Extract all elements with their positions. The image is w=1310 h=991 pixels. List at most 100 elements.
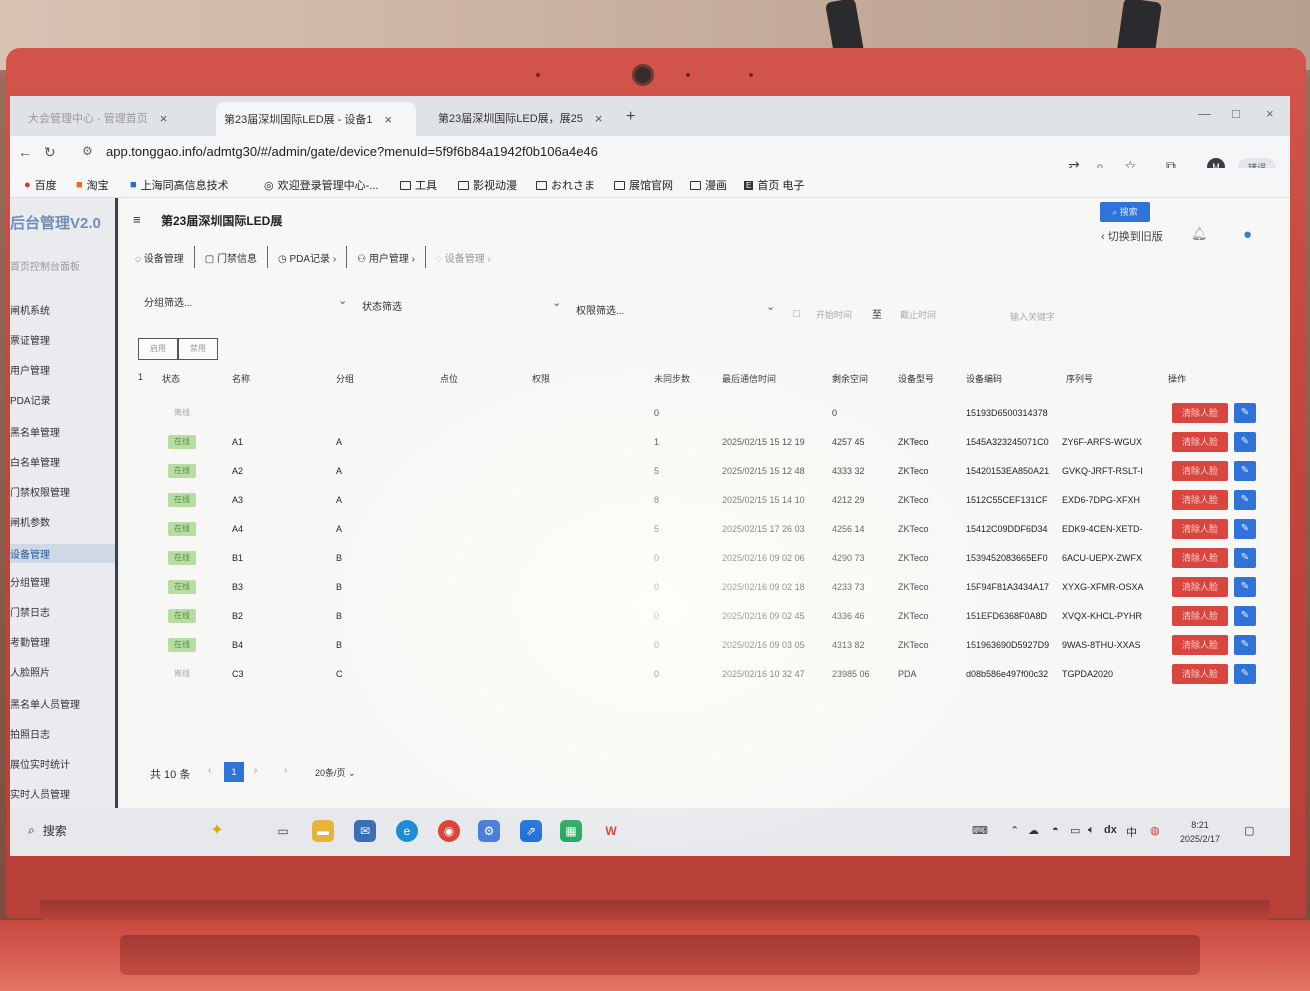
edit-icon[interactable]: ✎ — [1234, 548, 1256, 568]
keyboard-icon[interactable]: ⌨ — [972, 824, 988, 837]
col-point: 点位 — [440, 374, 459, 384]
chevron-down-icon[interactable]: ⌄ — [338, 294, 347, 307]
wps-icon[interactable]: W — [600, 820, 622, 842]
table-row[interactable]: 在线 B3 B 0 2025/02/16 09 02 18 4233 73 ZKTeco 15… — [138, 574, 1288, 603]
status-filter[interactable]: 状态筛选 — [362, 298, 402, 313]
table-row[interactable]: 在线 B4 B 0 2025/02/16 09 03 05 4313 82 ZKTeco 15… — [138, 632, 1288, 661]
table-row[interactable]: 在线 A1 A 1 2025/02/15 15 12 19 4257 45 ZKTeco 15… — [138, 429, 1288, 458]
edit-icon[interactable]: ✎ — [1234, 461, 1256, 481]
clear-face-button[interactable]: 清除人脸 — [1172, 635, 1228, 655]
cloud-icon[interactable]: ☁ — [1028, 824, 1039, 837]
cell-model: ZKTeco — [898, 466, 929, 476]
table-row[interactable]: 在线 B1 B 0 2025/02/16 09 02 06 4290 73 ZKTeco 15… — [138, 545, 1288, 574]
mail-icon[interactable]: ✉ — [354, 820, 376, 842]
start-time-input[interactable]: 开始时间 — [816, 308, 852, 321]
edit-icon[interactable]: ✎ — [1234, 432, 1256, 452]
cell-space: 4333 32 — [832, 466, 865, 476]
chevron-down-icon[interactable]: ⌄ — [552, 296, 561, 309]
cell-last-time: 2025/02/16 09 02 06 — [722, 553, 805, 563]
chrome-icon[interactable]: ◉ — [438, 820, 460, 842]
edit-icon[interactable]: ✎ — [1234, 606, 1256, 626]
prev-page-icon[interactable]: ‹ — [208, 765, 211, 776]
table-row[interactable]: 在线 B2 B 0 2025/02/16 09 02 45 4336 46 ZKTeco 15… — [138, 603, 1288, 632]
edit-icon[interactable]: ✎ — [1234, 403, 1256, 423]
edit-icon[interactable]: ✎ — [1234, 635, 1256, 655]
taskbar-search[interactable]: ⌕ 搜索 — [28, 822, 67, 839]
search-label: 搜索 — [1119, 207, 1138, 217]
laptop-screen: 大会管理中心 - 管理首页 × 第23届深圳国际LED展 - 设备1 × 第23… — [10, 96, 1290, 856]
clear-face-button[interactable]: 清除人脸 — [1172, 461, 1228, 481]
file-explorer-icon[interactable]: ▬ — [312, 820, 334, 842]
col-serial: 序列号 — [1066, 374, 1094, 384]
page-number-current[interactable]: 1 — [224, 762, 244, 782]
table-row[interactable]: 在线 A4 A 5 2025/02/15 17 26 03 4256 14 ZKTeco 15… — [138, 516, 1288, 545]
clear-face-button[interactable]: 清除人脸 — [1172, 664, 1228, 684]
bezel-dot — [686, 73, 690, 77]
task-view-icon[interactable]: ▭ — [272, 820, 294, 842]
col-space: 剩余空间 — [832, 374, 869, 384]
clear-face-button[interactable]: 清除人脸 — [1172, 577, 1228, 597]
edge-icon[interactable]: e — [396, 820, 418, 842]
cell-serial: XVQX-KHCL-PYHR — [1062, 611, 1143, 621]
volume-icon[interactable]: 🔈︎ — [1088, 824, 1095, 837]
tray-text[interactable]: dx — [1104, 824, 1117, 836]
status-badge: 在线 — [168, 493, 196, 507]
network-icon[interactable]: ◓ — [1052, 824, 1059, 836]
table-row[interactable]: 在线 A3 A 8 2025/02/15 15 14 10 4212 29 ZKTeco 15… — [138, 487, 1288, 516]
copilot-icon[interactable]: ✦ — [206, 820, 228, 842]
table-row[interactable]: 离线 C3 C 0 2025/02/16 10 32 47 23985 06 PDA d08b… — [138, 661, 1288, 690]
cell-space: 23985 06 — [832, 669, 870, 679]
status-badge: 在线 — [168, 435, 196, 449]
col-code: 设备编码 — [966, 374, 1003, 384]
cell-code: 151EFD6368F0A8D — [966, 611, 1048, 621]
table-row[interactable]: 离线 0 0 15193D6500314378 清除人脸 ✎ — [138, 400, 1288, 429]
cell-last-time: 2025/02/16 09 03 05 — [722, 640, 805, 650]
status-badge: 在线 — [168, 609, 196, 623]
feishu-icon[interactable]: ⇗ — [520, 820, 542, 842]
search-button[interactable]: ⌕ 搜索 — [1100, 202, 1150, 222]
table-row[interactable]: 在线 A2 A 5 2025/02/15 15 12 48 4333 32 ZKTeco 15… — [138, 458, 1288, 487]
cell-serial: 9WAS-8THU-XXAS — [1062, 640, 1141, 650]
clear-face-button[interactable]: 清除人脸 — [1172, 490, 1228, 510]
edit-icon[interactable]: ✎ — [1234, 490, 1256, 510]
chevron-down-icon[interactable]: ⌄ — [766, 300, 775, 313]
page-jump[interactable]: › — [284, 765, 287, 776]
spreadsheet-icon[interactable]: ▦ — [560, 820, 582, 842]
clear-face-button[interactable]: 清除人脸 — [1172, 432, 1228, 452]
content-layer: 分组筛选... ⌄ 状态筛选 ⌄ 权限筛选... ⌄ ▢ 开始时间 至 截止时间… — [10, 96, 1290, 808]
antivirus-icon[interactable]: ◍ — [1150, 824, 1160, 837]
cell-serial: XYXG-XFMR-OSXA — [1062, 582, 1144, 592]
col-permission: 权限 — [532, 374, 551, 384]
clear-face-button[interactable]: 清除人脸 — [1172, 403, 1228, 423]
clear-face-button[interactable]: 清除人脸 — [1172, 519, 1228, 539]
permission-filter[interactable]: 权限筛选... — [576, 302, 624, 317]
clear-face-button[interactable]: 清除人脸 — [1172, 548, 1228, 568]
enable-button[interactable]: 启用 — [138, 338, 178, 360]
cell-space: 4257 45 — [832, 437, 865, 447]
group-filter[interactable]: 分组筛选... — [144, 294, 192, 309]
page-size-select[interactable]: 20条/页 ⌄ — [315, 766, 356, 779]
cell-model: ZKTeco — [898, 582, 929, 592]
system-clock[interactable]: 8:21 2025/2/17 — [1180, 818, 1220, 846]
batch-actions: 启用 禁用 — [138, 338, 218, 360]
select-all-checkbox[interactable]: 1 — [138, 372, 143, 382]
cell-code: 15412C09DDF6D34 — [966, 524, 1048, 534]
edit-icon[interactable]: ✎ — [1234, 519, 1256, 539]
notifications-icon[interactable]: ▢ — [1244, 824, 1254, 837]
battery-icon[interactable]: ▭ — [1070, 824, 1080, 837]
clear-face-button[interactable]: 清除人脸 — [1172, 606, 1228, 626]
disable-button[interactable]: 禁用 — [178, 338, 218, 360]
end-time-input[interactable]: 截止时间 — [900, 308, 936, 321]
chevron-up-icon[interactable]: ⌃ — [1010, 824, 1019, 837]
edit-icon[interactable]: ✎ — [1234, 664, 1256, 684]
table-header: 1 状态 名称 分组 点位 权限 未同步数 最后通信时间 剩余空间 设备型号 设… — [138, 372, 1288, 392]
edit-icon[interactable]: ✎ — [1234, 577, 1256, 597]
cell-serial: TGPDA2020 — [1062, 669, 1114, 679]
next-page-icon[interactable]: › — [254, 765, 257, 776]
keyword-input[interactable]: 输入关键字 — [1010, 310, 1055, 323]
cell-name: B2 — [232, 611, 244, 621]
cell-name: C3 — [232, 669, 244, 679]
search-icon: ⌕ — [28, 823, 35, 837]
settings-icon[interactable]: ⚙ — [478, 820, 500, 842]
input-method-icon[interactable]: 中 — [1126, 824, 1137, 840]
